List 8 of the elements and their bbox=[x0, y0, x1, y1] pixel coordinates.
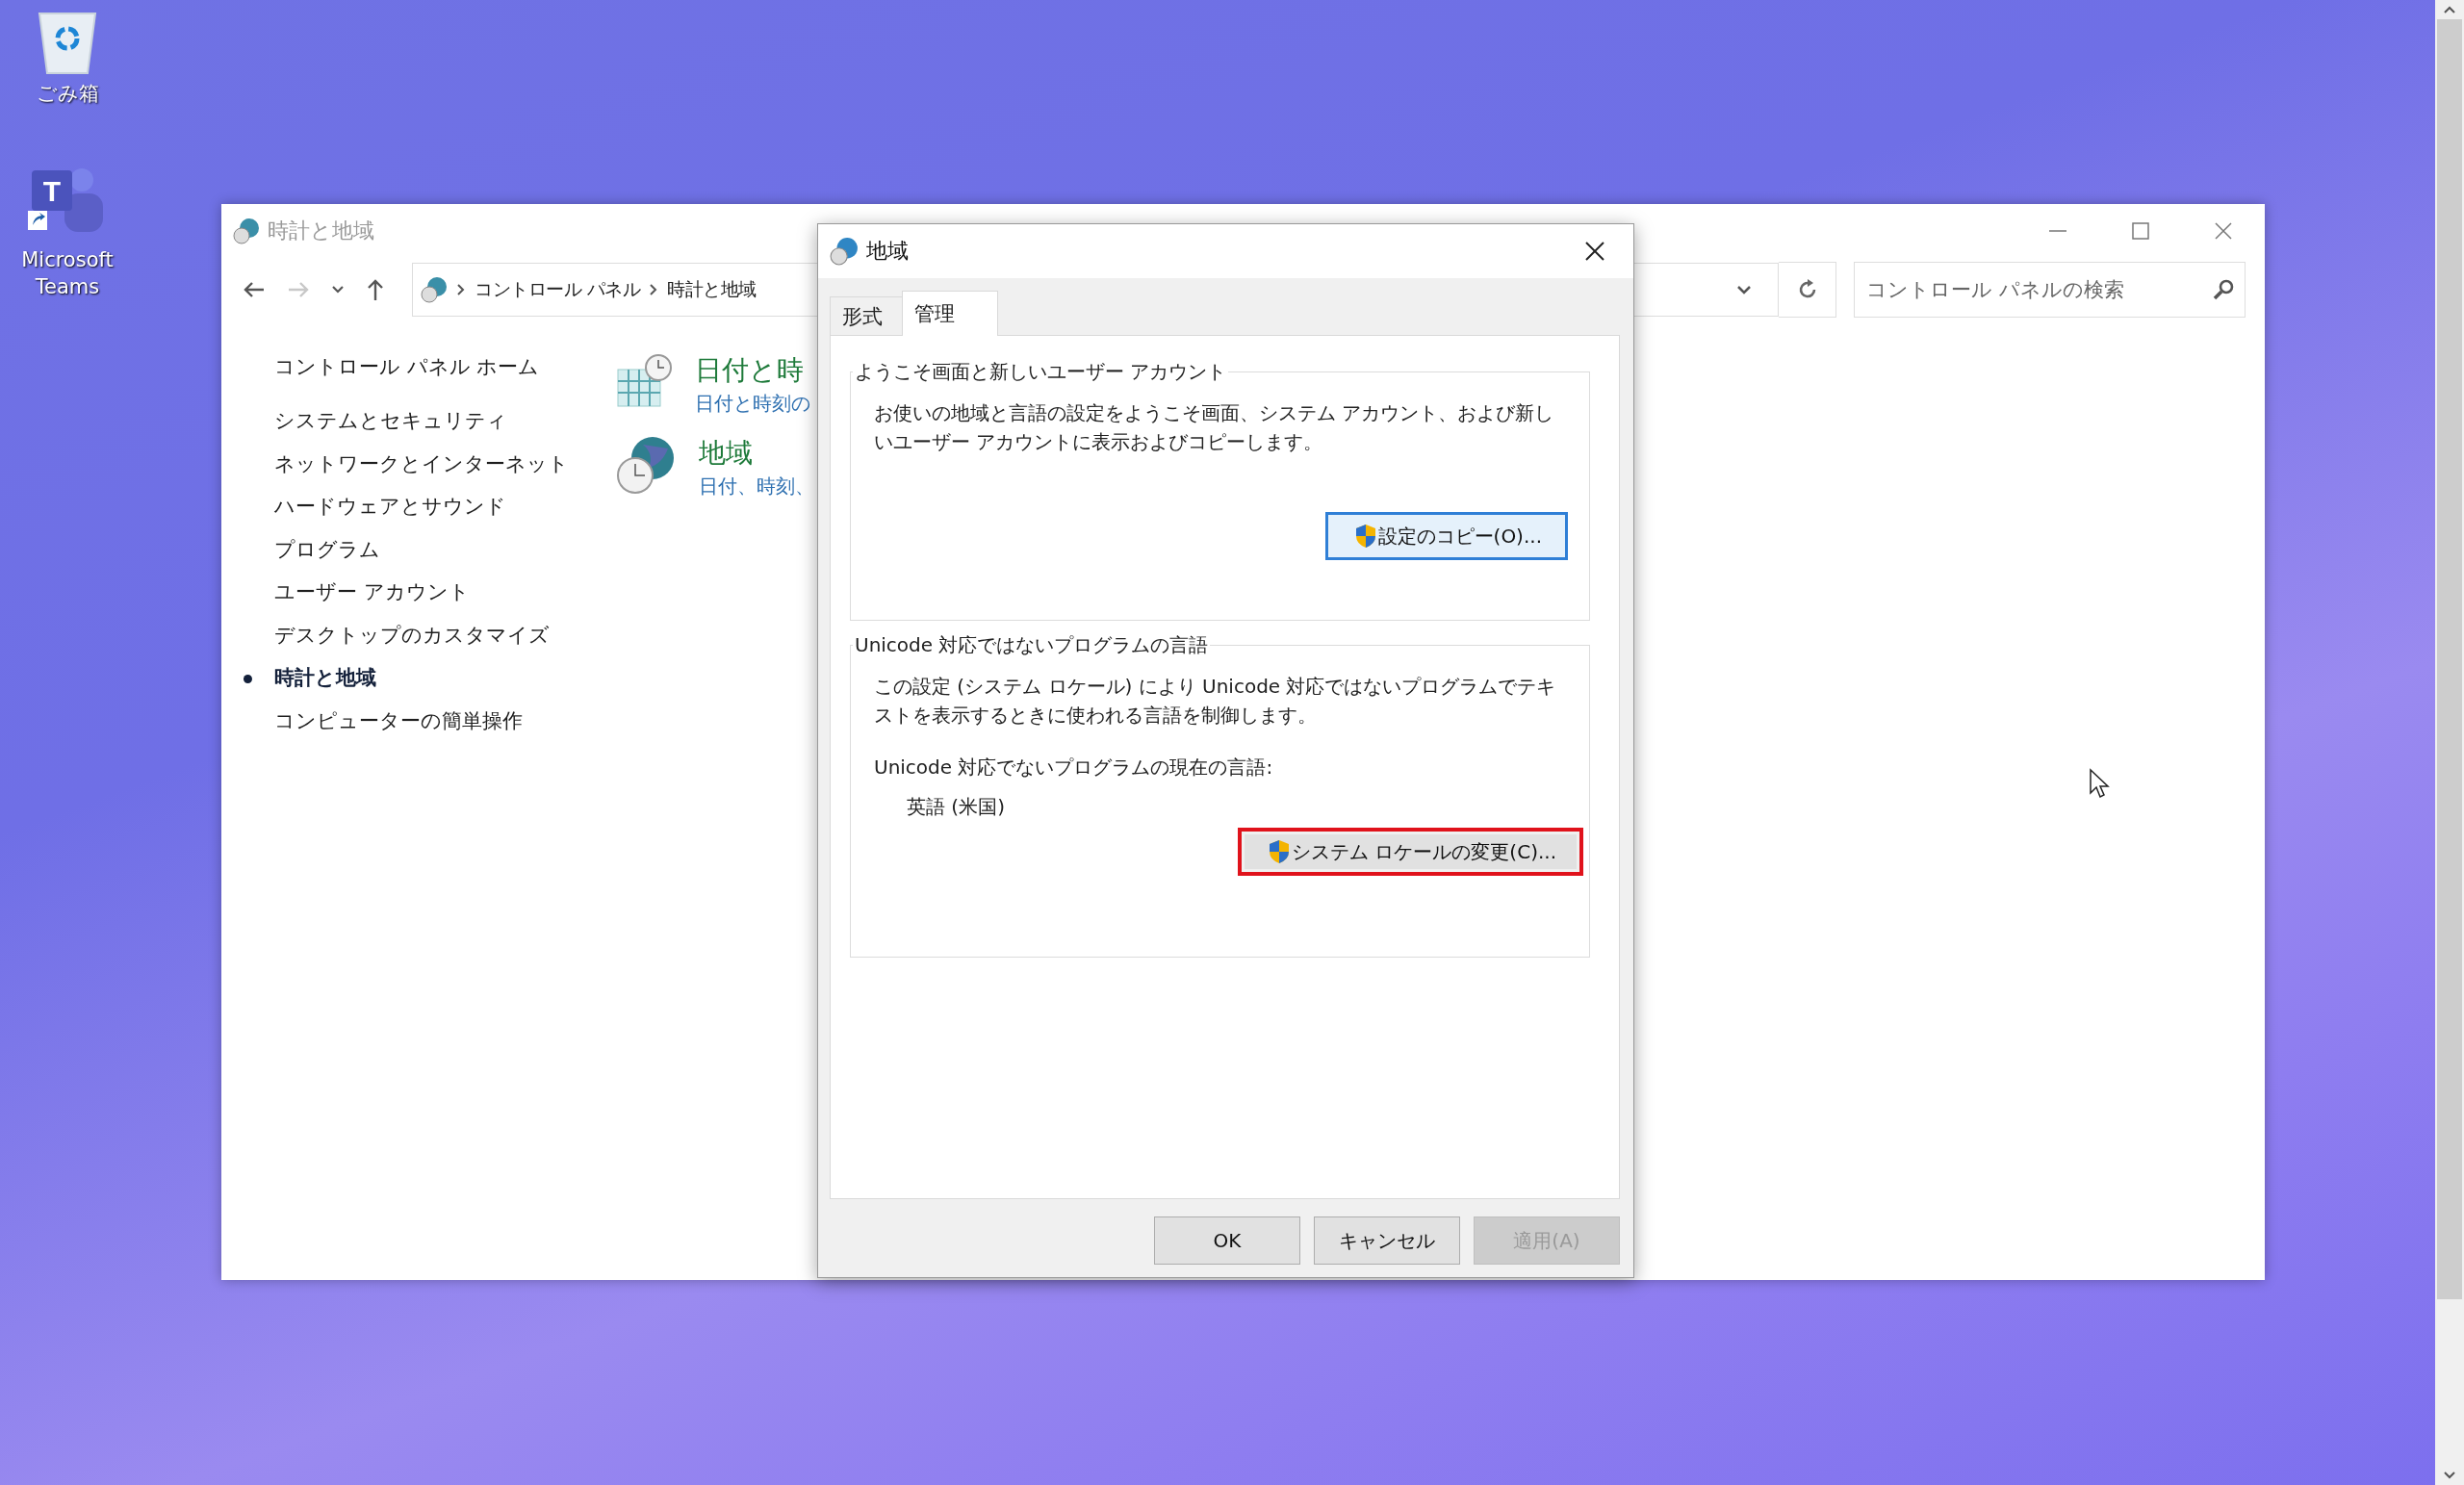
current-language-value: 英語 (米国) bbox=[907, 794, 1006, 820]
current-language-label: Unicode 対応でないプログラムの現在の言語: bbox=[874, 755, 1274, 781]
dialog-title: 地域 bbox=[866, 238, 909, 265]
group-description: この設定 (システム ロケール) により Unicode 対応ではないプログラムでテキストを表示するときに使われる言語を制御します。 bbox=[874, 674, 1557, 729]
window-title: 時計と地域 bbox=[268, 217, 374, 244]
group-description: お使いの地域と言語の設定をようこそ画面、システム アカウント、および新しいユーザー アカウントに表示およびコピーします。 bbox=[874, 400, 1555, 455]
group-title: Unicode 対応ではないプログラムの言語 bbox=[854, 632, 1210, 658]
group-title: ようこそ画面と新しいユーザー アカウント bbox=[854, 359, 1228, 385]
